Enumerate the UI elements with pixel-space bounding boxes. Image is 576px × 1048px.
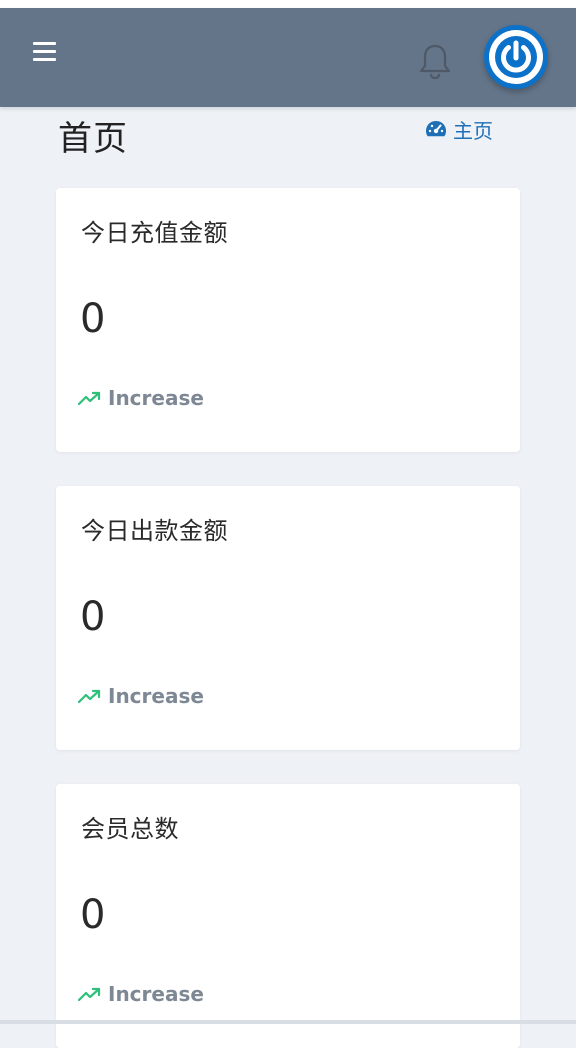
notifications-button[interactable] bbox=[418, 42, 452, 82]
page-header: 首页 主页 bbox=[0, 107, 576, 167]
breadcrumb-label: 主页 bbox=[453, 118, 493, 143]
user-avatar-button[interactable] bbox=[484, 25, 548, 89]
trending-up-icon bbox=[78, 689, 101, 704]
card-title: 会员总数 bbox=[81, 815, 179, 843]
card-value: 0 bbox=[80, 296, 106, 342]
bottom-divider bbox=[0, 1020, 576, 1024]
top-navbar bbox=[0, 8, 576, 107]
hamburger-menu-icon bbox=[33, 42, 56, 45]
status-strip bbox=[0, 0, 576, 8]
dashboard-gauge-icon bbox=[426, 121, 446, 137]
stat-card-member-total: 会员总数 0 Increase bbox=[56, 784, 520, 1048]
menu-toggle-button[interactable] bbox=[33, 42, 57, 62]
card-trend: Increase bbox=[78, 684, 204, 708]
card-trend: Increase bbox=[78, 386, 204, 410]
trend-label: Increase bbox=[108, 982, 204, 1006]
page-title: 首页 bbox=[58, 119, 128, 159]
trend-label: Increase bbox=[108, 386, 204, 410]
trending-up-icon bbox=[78, 987, 101, 1002]
card-title: 今日充值金额 bbox=[81, 219, 228, 247]
trend-label: Increase bbox=[108, 684, 204, 708]
stat-card-recharge-today: 今日充值金额 0 Increase bbox=[56, 188, 520, 452]
bell-icon bbox=[419, 44, 451, 80]
card-title: 今日出款金额 bbox=[81, 517, 228, 545]
power-icon bbox=[489, 30, 543, 84]
stat-card-payout-today: 今日出款金额 0 Increase bbox=[56, 486, 520, 750]
card-value: 0 bbox=[80, 892, 106, 938]
card-trend: Increase bbox=[78, 982, 204, 1006]
trending-up-icon bbox=[78, 391, 101, 406]
card-value: 0 bbox=[80, 594, 106, 640]
breadcrumb-home-link[interactable]: 主页 bbox=[425, 116, 493, 143]
